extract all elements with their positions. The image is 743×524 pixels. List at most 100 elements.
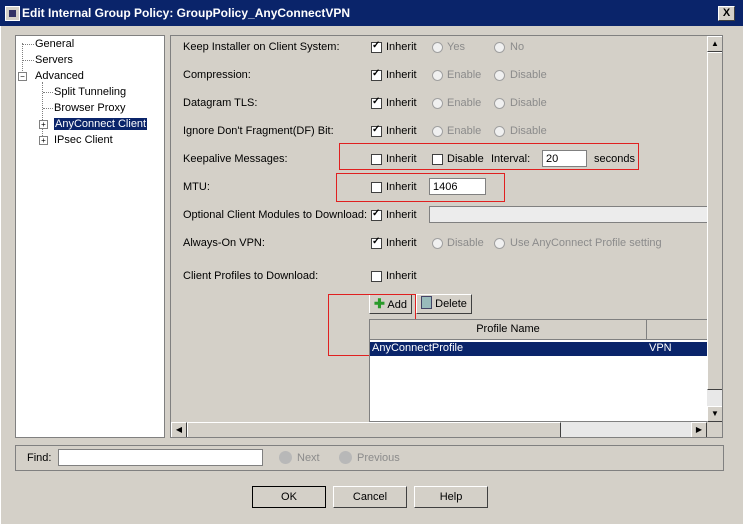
- disable-label: Disable: [447, 153, 484, 165]
- inherit-label: Inherit: [386, 270, 417, 282]
- always-on-profile-setting-radio[interactable]: [494, 238, 505, 249]
- compression-inherit-checkbox[interactable]: [371, 68, 382, 81]
- tree-connector: [43, 108, 53, 109]
- tree-item-general[interactable]: General: [35, 38, 74, 50]
- previous-arrow-icon: [339, 451, 352, 464]
- tree-item-anyconnect-client[interactable]: AnyConnect Client: [54, 118, 148, 130]
- inherit-label: Inherit: [386, 153, 417, 165]
- ok-button[interactable]: OK: [252, 486, 326, 508]
- next-button[interactable]: Next: [297, 452, 320, 464]
- find-label: Find:: [27, 452, 52, 464]
- find-bar: Find: Next Previous: [15, 445, 724, 471]
- mtu-inherit-checkbox[interactable]: [371, 182, 382, 193]
- profile-setting-label: Use AnyConnect Profile setting: [510, 237, 662, 249]
- tree-connector: [42, 82, 43, 142]
- scroll-down-icon[interactable]: ▼: [707, 406, 722, 422]
- column-header-type[interactable]: [647, 320, 708, 340]
- keep-installer-yes-radio[interactable]: [432, 42, 443, 53]
- delete-label: Delete: [435, 298, 467, 310]
- compression-disable-radio[interactable]: [494, 70, 505, 81]
- tree-item-ipsec-client[interactable]: IPsec Client: [54, 134, 113, 146]
- datagram-tls-enable-radio[interactable]: [432, 98, 443, 109]
- profiles-table: Profile Name AnyConnectProfile VPN: [369, 319, 709, 422]
- tree-item-split-tunneling[interactable]: Split Tunneling: [54, 86, 126, 98]
- profile-type-cell: VPN: [649, 342, 672, 354]
- find-input[interactable]: [58, 449, 263, 466]
- yes-label: Yes: [447, 41, 465, 53]
- always-on-disable-radio[interactable]: [432, 238, 443, 249]
- mtu-label: MTU:: [183, 181, 210, 193]
- scroll-left-icon[interactable]: ◀: [171, 422, 187, 437]
- cancel-button[interactable]: Cancel: [333, 486, 407, 508]
- client-profiles-inherit-checkbox[interactable]: [371, 271, 382, 282]
- scroll-right-icon[interactable]: ▶: [691, 422, 707, 437]
- window-title: Edit Internal Group Policy: GroupPolicy_…: [22, 6, 351, 20]
- keepalive-inherit-checkbox[interactable]: [371, 154, 382, 165]
- inherit-label: Inherit: [386, 97, 417, 109]
- datagram-tls-inherit-checkbox[interactable]: [371, 96, 382, 109]
- title-bar: Edit Internal Group Policy: GroupPolicy_…: [0, 0, 743, 26]
- vertical-scroll-thumb[interactable]: [707, 52, 722, 390]
- profile-name-cell: AnyConnectProfile: [372, 342, 464, 354]
- settings-panel: Keep Installer on Client System: Inherit…: [170, 35, 723, 438]
- next-arrow-icon: [279, 451, 292, 464]
- help-button[interactable]: Help: [414, 486, 488, 508]
- disable-label: Disable: [510, 97, 547, 109]
- vertical-scrollbar[interactable]: ▲ ▼: [707, 36, 722, 422]
- no-label: No: [510, 41, 525, 53]
- optional-modules-input[interactable]: [429, 206, 722, 223]
- keepalive-label: Keepalive Messages:: [183, 153, 288, 165]
- column-header-profile-name[interactable]: Profile Name: [370, 320, 647, 340]
- always-on-inherit-checkbox[interactable]: [371, 236, 382, 249]
- datagram-tls-disable-radio[interactable]: [494, 98, 505, 109]
- disable-label: Disable: [510, 69, 547, 81]
- enable-label: Enable: [447, 125, 482, 137]
- optional-modules-inherit-checkbox[interactable]: [371, 208, 382, 221]
- tree-connector: [43, 92, 53, 93]
- ignore-df-disable-radio[interactable]: [494, 126, 505, 137]
- inherit-label: Inherit: [386, 41, 417, 53]
- horizontal-scroll-thumb[interactable]: [187, 422, 561, 437]
- delete-button[interactable]: Delete: [416, 294, 472, 314]
- compression-enable-radio[interactable]: [432, 70, 443, 81]
- navigation-tree: General Servers − Advanced Split Tunneli…: [15, 35, 165, 438]
- inherit-label: Inherit: [386, 181, 417, 193]
- inherit-label: Inherit: [386, 209, 417, 221]
- tree-item-browser-proxy[interactable]: Browser Proxy: [54, 102, 126, 114]
- ignore-df-inherit-checkbox[interactable]: [371, 124, 382, 137]
- scroll-up-icon[interactable]: ▲: [707, 36, 722, 52]
- table-row[interactable]: AnyConnectProfile VPN: [370, 342, 708, 356]
- keep-installer-no-radio[interactable]: [494, 42, 505, 53]
- expand-ipsec-icon[interactable]: +: [39, 136, 48, 145]
- datagram-tls-label: Datagram TLS:: [183, 97, 258, 109]
- disable-label: Disable: [447, 237, 484, 249]
- tree-connector: [23, 44, 34, 45]
- enable-label: Enable: [447, 97, 482, 109]
- always-on-label: Always-On VPN:: [183, 237, 265, 249]
- previous-button[interactable]: Previous: [357, 452, 400, 464]
- horizontal-scrollbar[interactable]: ◀ ▶: [171, 422, 707, 437]
- interval-label: Interval:: [491, 153, 531, 165]
- seconds-label: seconds: [594, 153, 635, 165]
- keepalive-disable-checkbox[interactable]: [432, 154, 443, 165]
- trash-icon: [421, 296, 433, 309]
- expand-anyconnect-icon[interactable]: +: [39, 120, 48, 129]
- ignore-df-enable-radio[interactable]: [432, 126, 443, 137]
- inherit-label: Inherit: [386, 237, 417, 249]
- compression-label: Compression:: [183, 69, 251, 81]
- inherit-label: Inherit: [386, 125, 417, 137]
- tree-item-advanced[interactable]: Advanced: [35, 70, 84, 82]
- mtu-input[interactable]: [429, 178, 486, 195]
- app-icon: [5, 6, 20, 21]
- disable-label: Disable: [510, 125, 547, 137]
- close-button[interactable]: X: [718, 6, 735, 21]
- tree-item-servers[interactable]: Servers: [35, 54, 73, 66]
- enable-label: Enable: [447, 69, 482, 81]
- keep-installer-inherit-checkbox[interactable]: [371, 40, 382, 53]
- collapse-advanced-icon[interactable]: −: [18, 72, 27, 81]
- optional-modules-label: Optional Client Modules to Download:: [183, 209, 368, 221]
- tree-connector: [23, 60, 34, 61]
- ignore-df-label: Ignore Don't Fragment(DF) Bit:: [183, 125, 334, 137]
- keepalive-interval-input[interactable]: [542, 150, 587, 167]
- client-profiles-label: Client Profiles to Download:: [183, 270, 319, 282]
